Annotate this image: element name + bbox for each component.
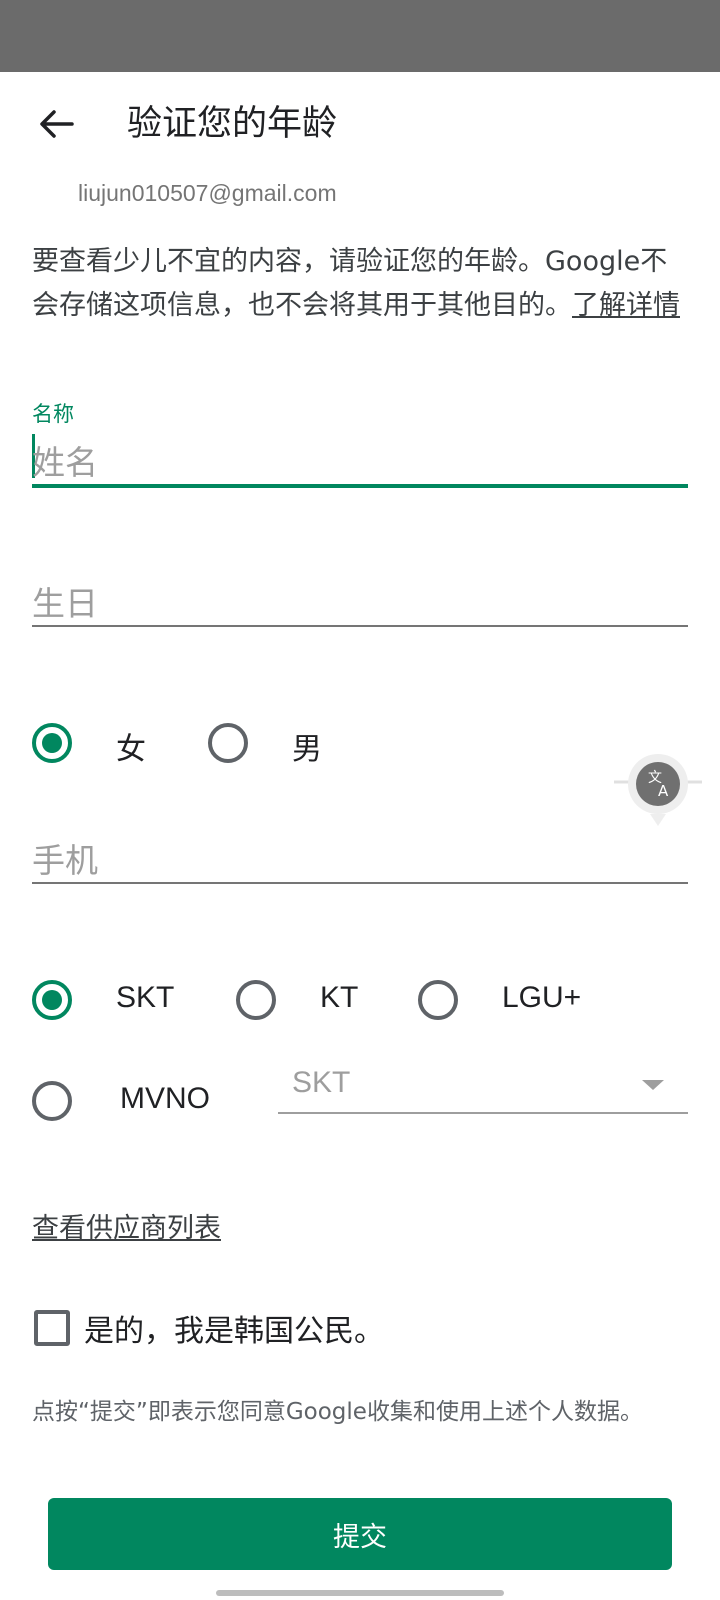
citizen-checkbox-label: 是的，我是韩国公民。: [84, 1314, 384, 1349]
name-input[interactable]: 姓名: [32, 436, 98, 484]
svg-text:A: A: [658, 782, 669, 800]
citizen-checkbox[interactable]: [34, 1310, 70, 1346]
description: 要查看少儿不宜的内容，请验证您的年龄。Google不会存储这项信息，也不会将其用…: [32, 240, 692, 328]
phone-field-underline: [32, 882, 688, 884]
birthday-input[interactable]: 生日: [32, 577, 98, 625]
carrier-option-lgu[interactable]: LGU+: [418, 975, 581, 1025]
translate-button[interactable]: 文 A: [612, 752, 708, 832]
consent-notice: 点按“提交”即表示您同意Google收集和使用上述个人数据。: [32, 1399, 643, 1425]
carrier-mvno-row: MVNO: [32, 1076, 272, 1126]
home-indicator[interactable]: [216, 1590, 504, 1596]
triangle-down-icon: [642, 1080, 664, 1090]
radio-kt[interactable]: [236, 980, 276, 1020]
back-button[interactable]: [28, 98, 84, 154]
status-bar: [0, 0, 720, 72]
radio-lgu[interactable]: [418, 980, 458, 1020]
learn-more-link[interactable]: 了解详情: [572, 290, 680, 321]
radio-male[interactable]: [208, 723, 248, 763]
name-field-underline: [32, 484, 688, 488]
mvno-select-underline: [278, 1112, 688, 1114]
radio-skt[interactable]: [32, 980, 72, 1020]
mvno-select-value: SKT: [292, 1066, 351, 1099]
carrier-mvno-label: MVNO: [120, 1082, 210, 1115]
birthday-field-underline: [32, 625, 688, 627]
radio-female[interactable]: [32, 723, 72, 763]
mvno-carrier-select[interactable]: SKT: [278, 1060, 688, 1114]
birthday-field[interactable]: 生日: [32, 575, 688, 629]
page-title: 验证您的年龄: [127, 104, 338, 144]
carrier-radio-group: SKT KT LGU+: [32, 975, 652, 1025]
account-email: liujun010507@gmail.com: [78, 180, 337, 206]
carrier-lgu-label: LGU+: [502, 981, 582, 1014]
gender-radio-group: 女 男: [32, 718, 432, 768]
phone-input[interactable]: 手机: [32, 834, 98, 882]
name-field[interactable]: 名称 姓名: [32, 398, 688, 490]
carrier-option-skt[interactable]: SKT: [32, 975, 174, 1025]
gender-option-male[interactable]: 男: [208, 718, 322, 768]
carrier-skt-label: SKT: [116, 981, 175, 1014]
submit-button[interactable]: 提交: [48, 1498, 672, 1570]
name-field-label: 名称: [32, 402, 74, 426]
gender-option-female[interactable]: 女: [32, 718, 146, 768]
carrier-kt-label: KT: [320, 981, 359, 1014]
gender-female-label: 女: [116, 733, 146, 766]
translate-icon: 文 A: [612, 750, 708, 834]
carrier-option-kt[interactable]: KT: [236, 975, 358, 1025]
gender-male-label: 男: [292, 733, 322, 766]
phone-field[interactable]: 手机: [32, 832, 688, 886]
carrier-option-mvno[interactable]: MVNO: [32, 1076, 210, 1126]
radio-mvno[interactable]: [32, 1081, 72, 1121]
arrow-left-icon: [38, 109, 74, 143]
view-provider-list-link[interactable]: 查看供应商列表: [32, 1206, 221, 1245]
